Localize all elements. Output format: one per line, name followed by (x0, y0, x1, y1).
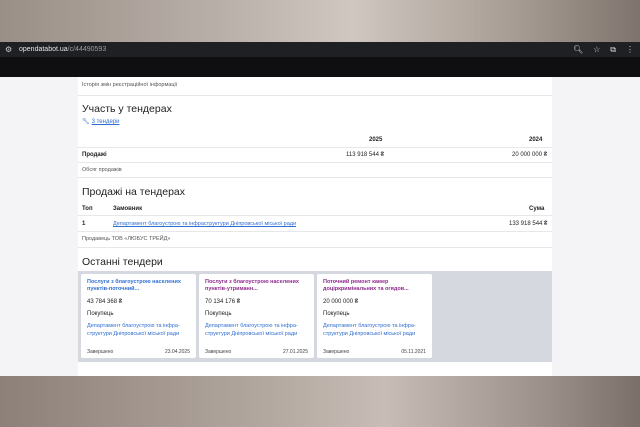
divider (78, 95, 552, 96)
divider (78, 162, 552, 163)
sales-2024-value: 20 000 000 ₴ (512, 152, 548, 158)
divider (78, 147, 552, 148)
extensions-icon[interactable]: ⧉ (610, 44, 616, 55)
tender-role: Покупець (87, 311, 114, 317)
divider (78, 177, 552, 178)
tender-title[interactable]: Послуги з благоустрою населених пунктів-… (87, 279, 191, 293)
history-link[interactable]: Історія змін реєстраційної інформації (82, 82, 177, 88)
page-area: Історія змін реєстраційної інформації Уч… (0, 77, 640, 376)
divider (78, 231, 552, 232)
tender-role: Покупець (205, 311, 232, 317)
tender-status: Завершено (87, 349, 114, 355)
tender-department[interactable]: Департамент благоустрою та інфра-структу… (87, 322, 191, 338)
tender-amount: 43 784 368 ₴ (87, 299, 123, 305)
seller-label: Продавець ТОВ «ЛЮБУС ТРЕЙД» (82, 236, 171, 242)
url-host: opendatabot.ua (19, 46, 68, 53)
divider (78, 247, 552, 248)
star-bookmark-icon[interactable]: ☆ (593, 44, 600, 55)
menu-dots-icon[interactable]: ⋮ (626, 44, 634, 55)
tender-amount: 20 000 000 ₴ (323, 299, 359, 305)
tender-department[interactable]: Департамент благоустрою та інфра-структу… (205, 322, 309, 338)
sales-2025-value: 113 918 544 ₴ (346, 152, 384, 158)
zoom-icon[interactable]: 🔍︎ (573, 44, 583, 55)
col-sum-header: Сума (529, 206, 545, 212)
tender-date: 05.11.2021 (401, 349, 426, 355)
url-field[interactable]: opendatabot.ua/c/44490593 (19, 46, 106, 53)
wrench-icon: 🔧︎ (82, 119, 90, 125)
tender-department[interactable]: Департамент благоустрою та інфра-структу… (323, 322, 427, 338)
tender-date: 23.04.2025 (164, 349, 190, 355)
browser-toolbar-icons: 🔍︎ ☆ ⧉ ⋮ (573, 44, 634, 55)
col-customer-header: Замовник (113, 206, 143, 212)
tender-status: Завершено (205, 349, 232, 355)
tender-amount: 70 134 176 ₴ (205, 299, 241, 305)
sales-rank: 1 (82, 221, 86, 227)
sales-title: Продажі на тендерах (82, 186, 186, 198)
col-top-header: Топ (82, 206, 93, 212)
url-path: /c/44490593 (67, 46, 107, 53)
tender-status: Завершено (323, 349, 350, 355)
tender-card[interactable]: Послуги з благоустрою населених пунктів-… (199, 274, 314, 358)
tenders-count-link[interactable]: 🔧︎ 3 тендери (82, 118, 120, 125)
year-2024-header: 2024 (529, 137, 543, 143)
blurred-background-top (0, 0, 640, 42)
sales-row-label: Продажі (82, 152, 107, 158)
recent-tenders-title: Останні тендери (82, 256, 163, 268)
site-settings-icon[interactable]: ⚙ (5, 45, 14, 54)
tender-date: 27.01.2025 (282, 349, 308, 355)
tenders-count-label: 3 тендери (91, 119, 120, 125)
tender-card[interactable]: Послуги з благоустрою населених пунктів-… (81, 274, 196, 358)
tender-title[interactable]: Послуги з благоустрою населених пунктів-… (205, 279, 309, 293)
browser-address-bar: ⚙ opendatabot.ua/c/44490593 🔍︎ ☆ ⧉ ⋮ (0, 42, 640, 57)
tender-card[interactable]: Поточний ремонт камер доціркримінальних … (317, 274, 432, 358)
sales-volume-label: Обсяг продажів (82, 167, 122, 173)
sales-sum: 133 918 544 ₴ (509, 221, 548, 227)
tender-role: Покупець (323, 311, 350, 317)
divider (78, 215, 552, 216)
toolbar-strip (0, 57, 640, 77)
tender-title[interactable]: Поточний ремонт камер доціркримінальних … (323, 279, 427, 293)
blurred-background-bottom (0, 376, 640, 427)
tenders-title: Участь у тендерах (82, 103, 172, 115)
recent-tenders-list: Послуги з благоустрою населених пунктів-… (78, 271, 552, 362)
company-content: Історія змін реєстраційної інформації Уч… (78, 77, 552, 376)
year-2025-header: 2025 (369, 137, 383, 143)
customer-link[interactable]: Департамент благоустрою та інфраструктур… (113, 221, 296, 227)
